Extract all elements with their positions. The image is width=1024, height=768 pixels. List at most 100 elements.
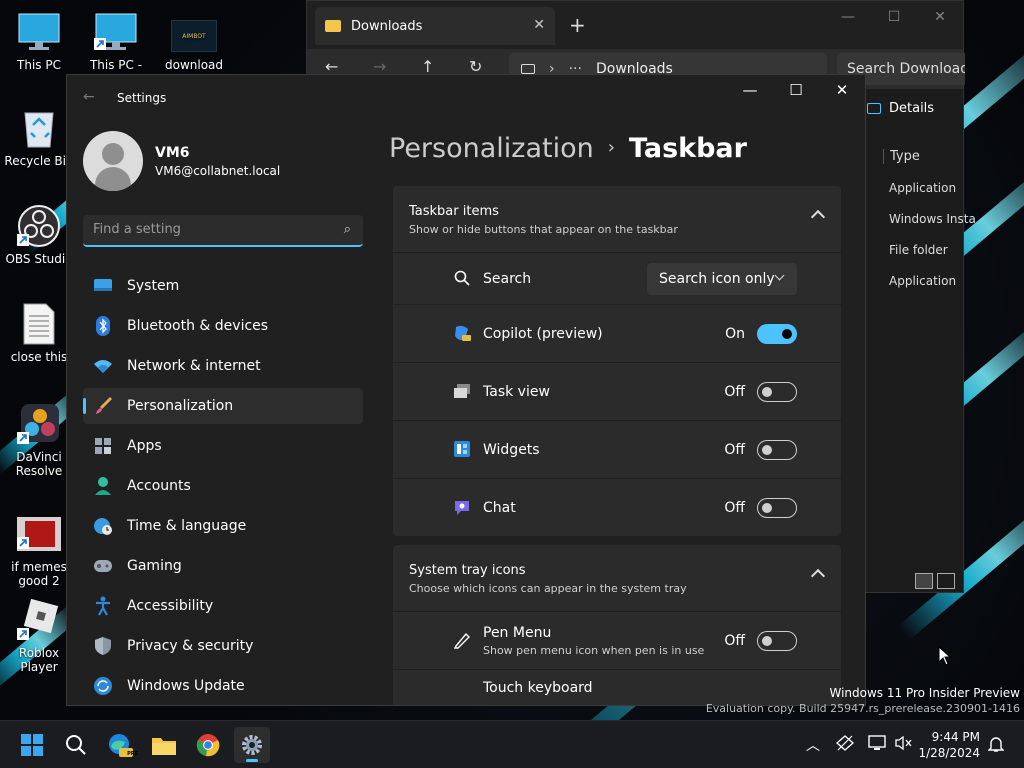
widgets-toggle[interactable] — [757, 439, 797, 460]
sidebar-item-label: Accessibility — [127, 598, 214, 614]
chevron-up-icon[interactable]: ︿ — [806, 735, 820, 755]
pc-icon — [521, 64, 535, 74]
chrome-icon — [196, 734, 220, 757]
breadcrumb: Personalization › Taskbar — [389, 133, 747, 164]
find-setting-input[interactable] — [83, 215, 323, 243]
details-button[interactable]: Details — [867, 101, 934, 116]
close-icon[interactable]: ✕ — [917, 1, 963, 33]
column-header-type[interactable]: Type — [883, 149, 920, 164]
sidebar-item-accounts[interactable]: Accounts — [83, 468, 363, 504]
sidebar-item-apps[interactable]: Apps — [83, 428, 363, 464]
davinci-resolve-icon — [17, 402, 61, 446]
sidebar-item-label: Gaming — [127, 558, 182, 574]
sidebar-item-label: Network & internet — [127, 358, 261, 374]
sidebar-item-network-internet[interactable]: Network & internet — [83, 348, 363, 384]
breadcrumb-parent[interactable]: Personalization — [389, 133, 594, 164]
desktop-icon-label: if memes good 2 — [11, 560, 67, 588]
card-subtitle: Choose which icons can appear in the sys… — [409, 582, 687, 595]
system-tray-icons-header[interactable]: System tray icons Choose which icons can… — [393, 545, 841, 611]
sidebar-item-label: Privacy & security — [127, 638, 254, 654]
paintbrush-icon — [93, 396, 113, 416]
shield-icon — [93, 636, 113, 656]
sidebar-item-privacy-security[interactable]: Privacy & security — [83, 628, 363, 664]
start-button[interactable] — [14, 727, 50, 763]
file-explorer-button[interactable] — [146, 727, 182, 763]
network-icon[interactable] — [835, 735, 855, 755]
clock-date: 1/28/2024 — [918, 746, 980, 760]
file-type-cell: File folder — [889, 243, 948, 257]
details-label: Details — [889, 101, 935, 116]
thumbnail-text: AIMBOT — [182, 32, 206, 40]
sidebar-item-accessibility[interactable]: Accessibility — [83, 588, 363, 624]
settings-window-title: Settings — [117, 91, 167, 105]
desktop-icon-label: close this — [10, 350, 68, 364]
sidebar-item-personalization[interactable]: Personalization — [83, 388, 363, 424]
toggle-state-text: Off — [724, 441, 745, 458]
file-type-cell: Windows Insta — [889, 212, 976, 226]
desktop-icon-obs-studio[interactable]: OBS Studio — [3, 204, 75, 266]
taskbar-search-button[interactable] — [58, 727, 94, 763]
display-icon[interactable] — [868, 735, 886, 755]
desktop-icon-recycle-bin[interactable]: Recycle Bin — [3, 106, 75, 168]
setting-label: Copilot (preview) — [483, 325, 603, 342]
desktop-icon-close-this[interactable]: close this — [3, 302, 75, 364]
system-clock[interactable]: 9:44 PM 1/28/2024 — [918, 729, 980, 761]
chat-toggle[interactable] — [757, 497, 797, 518]
sidebar-item-label: System — [127, 278, 180, 294]
explorer-tab-downloads[interactable]: Downloads ✕ — [315, 7, 555, 45]
dropdown-value: Search icon only — [659, 271, 775, 287]
copilot-toggle[interactable] — [757, 323, 797, 344]
settings-content: Personalization › Taskbar Taskbar items Sh… — [389, 75, 865, 705]
settings-sidebar: System Bluetooth & devices Network & int… — [83, 268, 363, 705]
avatar — [83, 131, 143, 191]
sidebar-item-windows-update[interactable]: Windows Update — [83, 668, 363, 704]
search-icon[interactable]: ⌕ — [344, 222, 351, 237]
pen-menu-toggle[interactable] — [757, 630, 797, 651]
notification-bell-icon[interactable] — [987, 735, 1005, 757]
setting-label: Pen Menu — [483, 624, 552, 641]
volume-muted-icon[interactable] — [894, 735, 912, 755]
desktop-icon-this-pc-shortcut[interactable]: This PC - — [80, 10, 152, 72]
desktop-icon-roblox-player[interactable]: Roblox Player — [3, 598, 75, 674]
back-arrow-icon[interactable]: ← — [83, 89, 95, 105]
chrome-button[interactable] — [190, 727, 226, 763]
maximize-icon[interactable]: ☐ — [871, 1, 917, 33]
chevron-down-icon — [774, 270, 785, 281]
desktop-icon-davinci-resolve[interactable]: DaVinci Resolve — [3, 402, 75, 478]
user-profile[interactable]: VM6 VM6@collabnet.local — [83, 131, 280, 191]
tiles-view-icon[interactable] — [937, 573, 955, 589]
copilot-icon — [453, 324, 471, 342]
sidebar-item-gaming[interactable]: Gaming — [83, 548, 363, 584]
sidebar-item-label: Windows Update — [127, 678, 245, 694]
close-tab-icon[interactable]: ✕ — [533, 17, 545, 33]
settings-taskbar-button[interactable] — [234, 727, 270, 763]
desktop-icon-label: DaVinci Resolve — [15, 450, 63, 478]
desktop-icon-download[interactable]: AIMBOT download — [158, 10, 230, 72]
details-view-icon[interactable] — [915, 573, 933, 589]
toggle-state-text: On — [725, 325, 745, 342]
folder-icon — [152, 738, 176, 755]
taskbar-items-header[interactable]: Taskbar items Show or hide buttons that … — [393, 186, 841, 252]
setting-row-task-view: Task view Off — [393, 362, 841, 420]
sidebar-item-bluetooth-devices[interactable]: Bluetooth & devices — [83, 308, 363, 344]
setting-label: Search — [483, 270, 532, 287]
desktop-icon-this-pc[interactable]: This PC — [3, 10, 75, 72]
widgets-icon — [453, 440, 471, 458]
file-type-cell: Application — [889, 181, 957, 195]
minimize-icon[interactable]: — — [825, 1, 871, 33]
view-toggle-buttons — [915, 573, 955, 589]
toggle-state-text: Off — [724, 632, 745, 649]
desktop-icon-if-memes-good[interactable]: if memes good 2 — [3, 512, 75, 588]
toggle-state-text: Off — [724, 499, 745, 516]
mouse-cursor-icon — [938, 646, 952, 666]
new-tab-icon[interactable]: + — [569, 13, 586, 37]
setting-row-pen-menu: Pen Menu Show pen menu icon when pen is … — [393, 611, 841, 669]
taskbar: PRE ︿ 9:44 PM 1/28/2024 — [0, 720, 1024, 768]
task-view-toggle[interactable] — [757, 381, 797, 402]
sidebar-item-label: Accounts — [127, 478, 191, 494]
sidebar-item-system[interactable]: System — [83, 268, 363, 304]
setting-description: Show pen menu icon when pen is in use — [483, 643, 705, 657]
edge-button[interactable]: PRE — [102, 727, 138, 763]
search-mode-dropdown[interactable]: Search icon only — [647, 263, 797, 295]
sidebar-item-time-language[interactable]: Time & language — [83, 508, 363, 544]
